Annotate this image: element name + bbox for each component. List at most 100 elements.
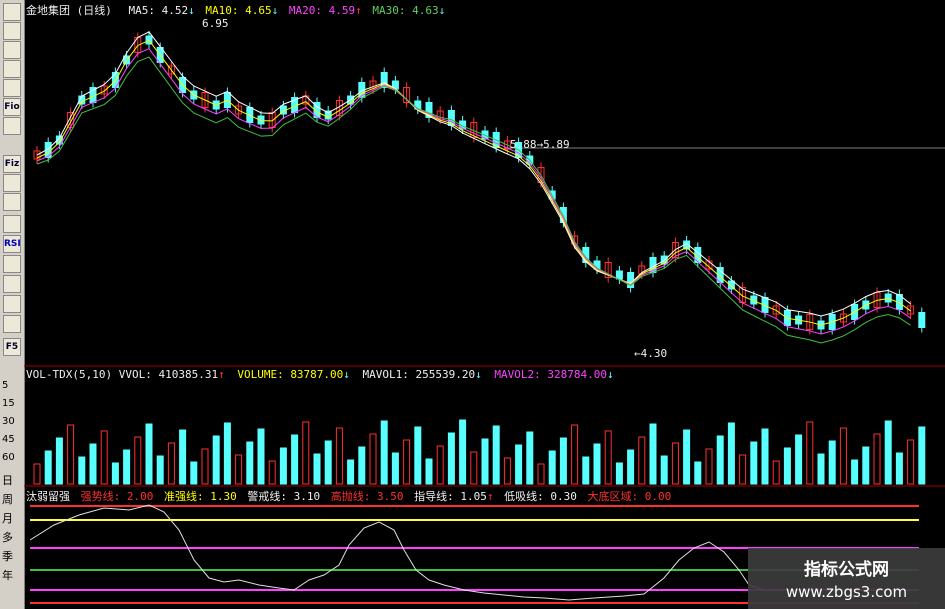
period-tab-week[interactable]: 周 xyxy=(2,491,22,507)
volume-bar xyxy=(817,453,825,485)
volume-bar xyxy=(246,441,254,485)
period-tab-multi[interactable]: 多 xyxy=(2,529,22,545)
volume-bar xyxy=(324,440,332,485)
volume-bar xyxy=(302,421,310,485)
quasi-line-label: 准强线: xyxy=(164,490,204,503)
volume-bar xyxy=(907,439,915,485)
volume-bar xyxy=(593,443,601,485)
watermark-title: 指标公式网 xyxy=(804,560,889,580)
candlestick-series xyxy=(33,31,926,335)
volume-bar xyxy=(649,423,657,485)
stock-name: 金地集团 (日线) xyxy=(26,4,112,17)
volume-bar xyxy=(470,451,478,485)
volume-bar xyxy=(884,420,892,485)
toolbar-button-5[interactable] xyxy=(3,79,21,97)
toolbar-button-1[interactable] xyxy=(3,3,21,21)
toolbar-button-2[interactable] xyxy=(3,22,21,40)
ma-line xyxy=(36,48,911,335)
period-tab-season[interactable]: 季 xyxy=(2,548,22,564)
volume-bar xyxy=(862,446,870,485)
volume-bar xyxy=(100,430,108,485)
volume-bar xyxy=(425,458,433,485)
volume-bar xyxy=(694,461,702,485)
guide-line-label: 指导线: xyxy=(414,490,454,503)
volume-header: VOL-TDX(5,10) VVOL: 410385.31↑ VOLUME: 8… xyxy=(26,368,614,381)
toolbar-button-9[interactable] xyxy=(3,174,21,192)
volume-bar xyxy=(380,420,388,485)
moving-average-lines xyxy=(36,31,911,344)
volume-bar xyxy=(537,463,545,485)
volume-bar xyxy=(873,433,881,485)
ma5-label: MA5: xyxy=(128,4,156,17)
toolbar-button-3[interactable] xyxy=(3,41,21,59)
volume-bar xyxy=(44,450,52,485)
volume-bar xyxy=(739,454,747,485)
mavol1-label: MAVOL1: xyxy=(362,368,409,381)
candle-body xyxy=(884,293,892,303)
toolbar-button-14[interactable] xyxy=(3,275,21,293)
volume-axis-label: 45 xyxy=(2,434,15,445)
toolbar-button-4[interactable] xyxy=(3,60,21,78)
mavol1-value: 255539.20 xyxy=(415,368,476,381)
period-tab-month[interactable]: 月 xyxy=(2,510,22,526)
price-mid-annotation: 5.88→5.89 xyxy=(510,138,570,151)
ma-line xyxy=(36,56,911,344)
volume-bar xyxy=(33,463,41,485)
high-sell-line-value: 3.50 xyxy=(377,490,404,503)
vvol-label: VVOL: xyxy=(118,368,152,381)
ma20-value: 4.59 xyxy=(328,4,356,17)
volume-bar xyxy=(403,439,411,485)
volume-bar xyxy=(313,453,321,485)
volume-bar xyxy=(156,455,164,485)
volume-bar xyxy=(716,435,724,485)
volume-bar xyxy=(582,456,590,485)
volume-axis-label: 15 xyxy=(2,398,15,409)
guide-line-value: 1.05 xyxy=(460,490,487,503)
high-sell-line-label: 高抛线: xyxy=(330,490,371,503)
volume-value: 83787.00 xyxy=(290,368,344,381)
volume-bar xyxy=(627,449,635,485)
toolbar-button-11[interactable] xyxy=(3,215,21,233)
volume-indicator-name: VOL-TDX(5,10) xyxy=(26,368,113,381)
strong-line-label: 强势线: xyxy=(80,490,121,503)
toolbar-button-16[interactable] xyxy=(3,315,21,333)
volume-bar xyxy=(67,424,75,485)
volume-bar xyxy=(727,422,735,485)
volume-bar xyxy=(347,459,355,485)
volume-bar xyxy=(78,456,86,485)
period-tab-day[interactable]: 日 xyxy=(2,472,22,488)
toolbar-button-7[interactable] xyxy=(3,117,21,135)
volume-bar xyxy=(492,425,500,485)
volume-bar xyxy=(750,441,758,485)
volume-bar xyxy=(190,461,198,485)
volume-bar xyxy=(358,446,366,485)
toolbar-button-f5[interactable]: F5 xyxy=(3,338,21,356)
volume-bar xyxy=(481,438,489,485)
toolbar-button-13[interactable] xyxy=(3,255,21,273)
volume-bar xyxy=(414,426,422,485)
volume-bars xyxy=(33,419,926,485)
watermark-logo: 指标公式网 www.zbgs3.com xyxy=(748,548,945,609)
chart-canvas[interactable] xyxy=(24,0,945,609)
vvol-value: 410385.31 xyxy=(158,368,219,381)
volume-bar xyxy=(201,448,209,485)
volume-bar xyxy=(571,424,579,485)
volume-bar xyxy=(111,462,119,485)
bottom-zone-label: 大底区域: xyxy=(587,490,639,503)
toolbar-button-10[interactable] xyxy=(3,193,21,211)
toolbar-button-fiz[interactable]: Fiz xyxy=(3,155,21,173)
volume-bar xyxy=(436,445,444,485)
toolbar-button-fio[interactable]: Fio xyxy=(3,98,21,116)
volume-bar xyxy=(895,452,903,485)
toolbar-button-rsi[interactable]: RSI xyxy=(3,235,21,253)
toolbar-button-15[interactable] xyxy=(3,295,21,313)
quasi-line-value: 1.30 xyxy=(210,490,237,503)
ma10-value: 4.65 xyxy=(245,4,272,17)
volume-bar xyxy=(447,432,455,485)
volume-bar xyxy=(123,449,131,485)
price-high-annotation: 6.95 xyxy=(202,17,229,30)
volume-bar xyxy=(291,434,299,485)
period-tab-year[interactable]: 年 xyxy=(2,567,22,583)
volume-bar xyxy=(851,459,859,485)
mavol2-value: 328784.00 xyxy=(547,368,607,381)
